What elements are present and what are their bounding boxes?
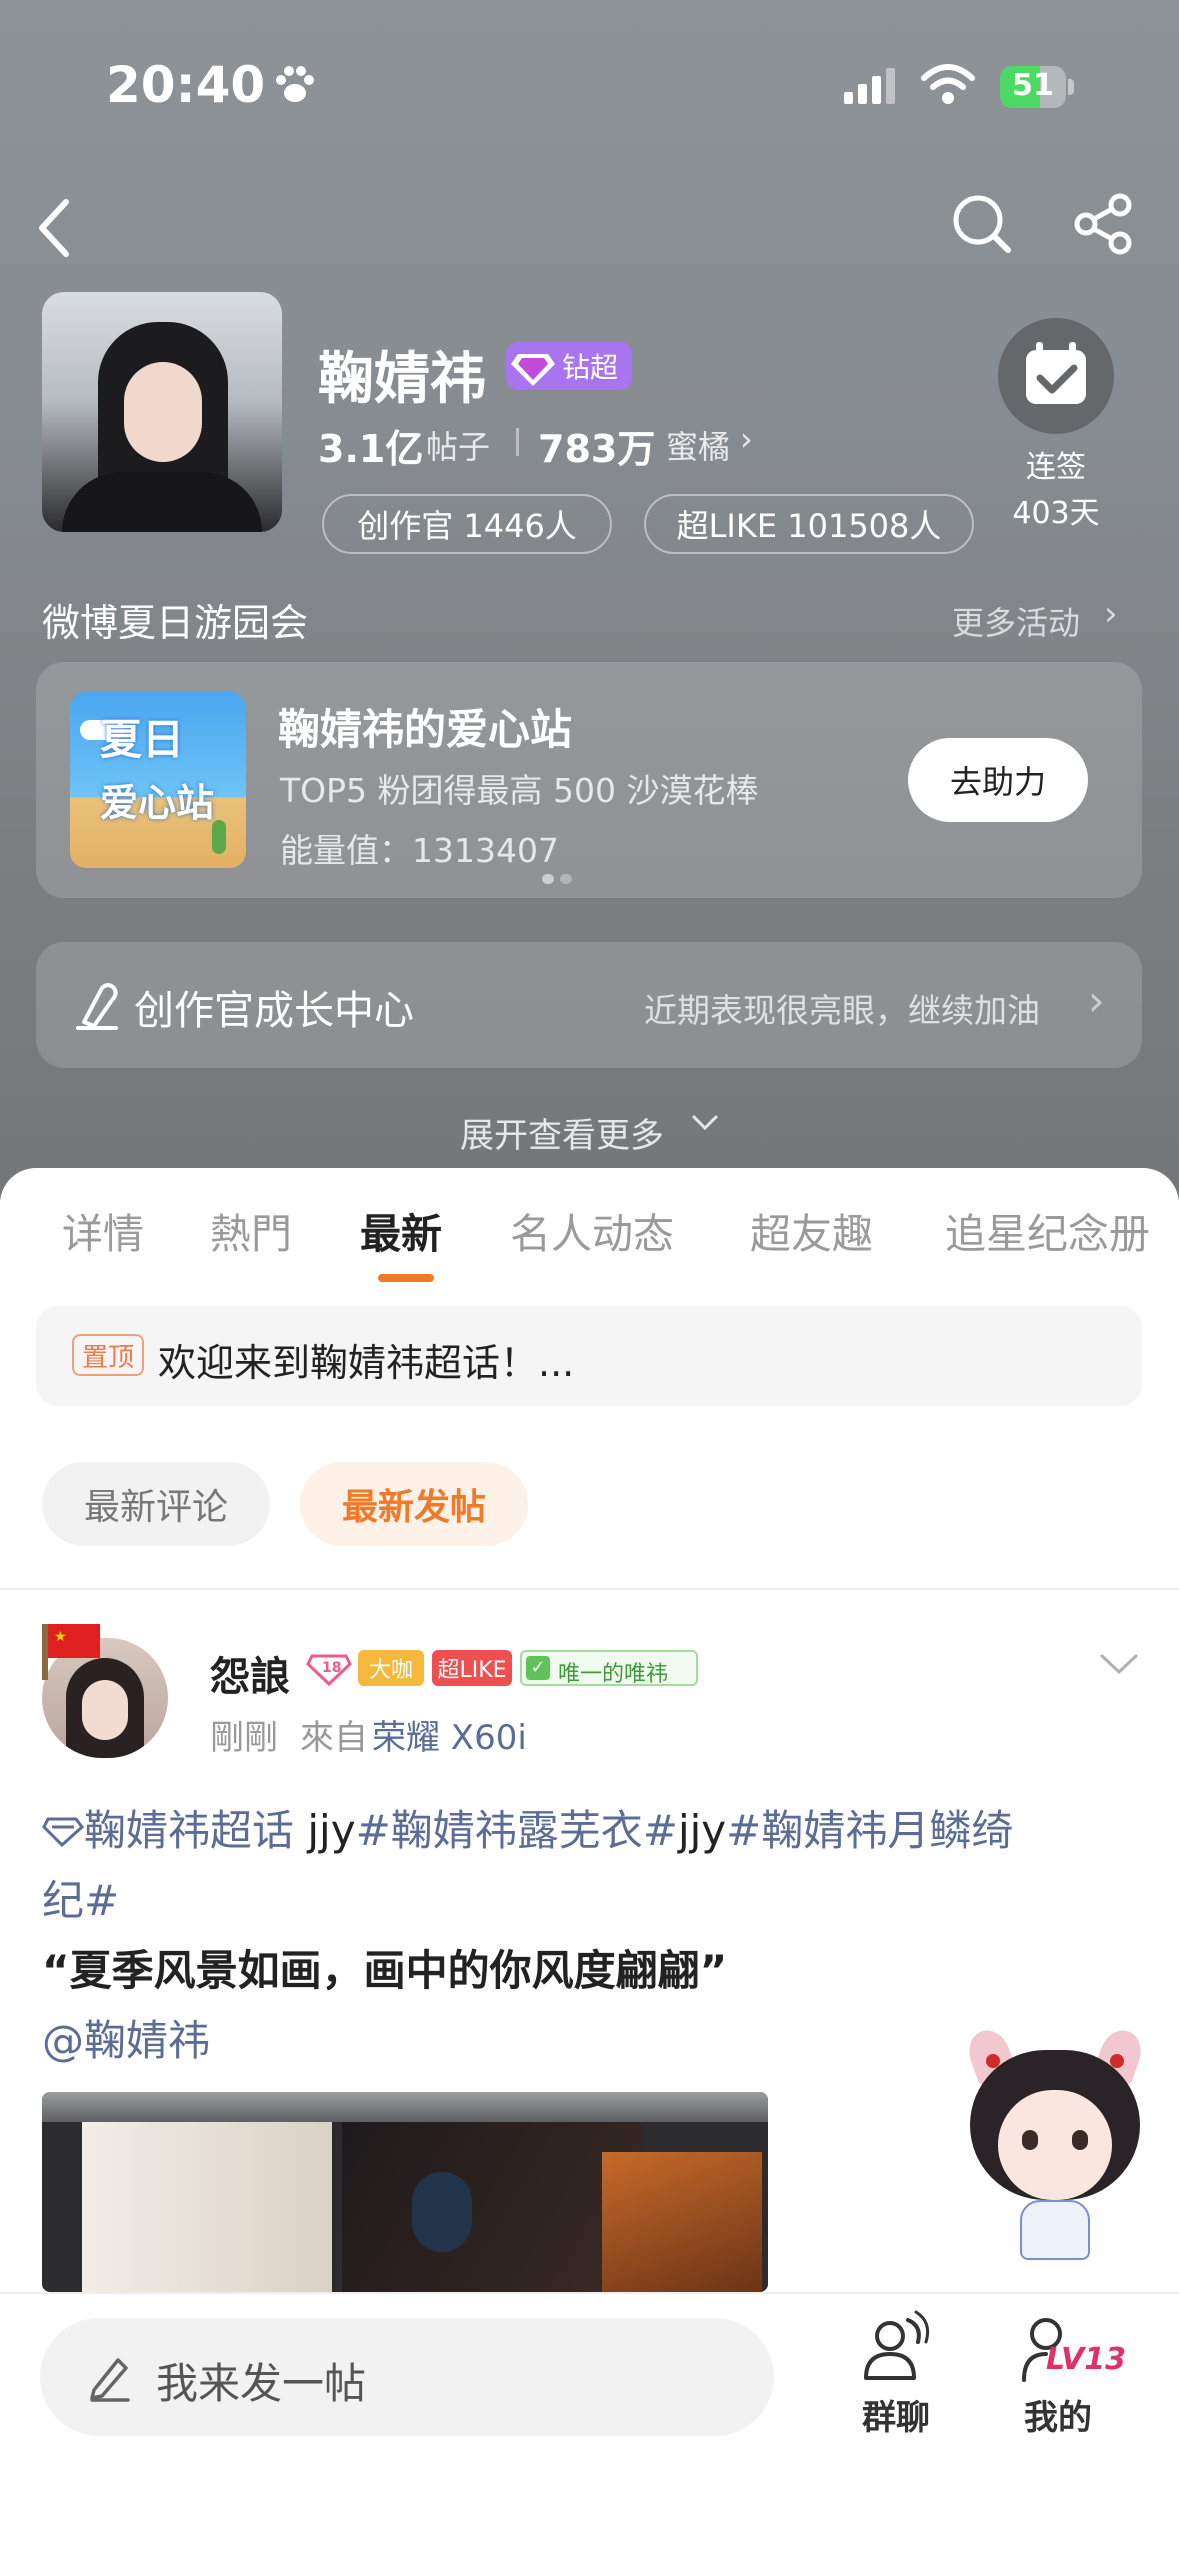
compose-placeholder: 我来发一帖 [156, 2359, 367, 2408]
level-badge: 18 [306, 1650, 352, 1687]
checkin-days: 403天 [1012, 496, 1100, 531]
supertopic-link[interactable]: 鞠婧祎超话 [84, 1806, 294, 1855]
post-source-device[interactable]: 荣耀 X60i [372, 1710, 527, 1759]
superlike-badge: 超LIKE [432, 1650, 512, 1686]
star-avatar[interactable] [42, 292, 282, 532]
posts-count: 3.1亿 [318, 427, 424, 471]
battery-level: 51 [1012, 68, 1054, 103]
chevron-right-icon: › [740, 420, 753, 458]
compose-input[interactable] [40, 2318, 774, 2436]
tab-super-friends[interactable]: 超友趣 [750, 1200, 873, 1260]
supertopic-icon [42, 1817, 85, 1848]
floating-mascot[interactable] [950, 2010, 1160, 2270]
creator-pen-icon [72, 978, 122, 1032]
boost-button[interactable]: 去助力 [908, 738, 1088, 822]
creator-center-title: 创作官成长中心 [134, 988, 414, 1034]
vip-badge[interactable]: 钻超 [506, 342, 632, 390]
thumbnail-line1: 夏日 [100, 715, 185, 764]
pinned-tag: 置顶 [72, 1334, 144, 1376]
mine-icon[interactable]: LV13 [1016, 2308, 1126, 2388]
creator-center-hint: 近期表现很亮眼，继续加油 [644, 991, 1040, 1030]
checkin-button[interactable] [998, 318, 1114, 434]
post-text-jjy-2: jjy [677, 1806, 727, 1855]
post-quote: “夏季风景如画，画中的你风度翩翩” [42, 1946, 728, 1995]
more-activities-link[interactable]: 更多活动 [952, 598, 1080, 644]
checkin-label: 连签 [1026, 450, 1086, 485]
chevron-down-icon [690, 1108, 720, 1138]
post-time: 剛剛 [210, 1718, 278, 1758]
star-name: 鞠婧祎 [318, 347, 486, 412]
thumbnail-line2: 爱心站 [100, 781, 215, 825]
post-author-name[interactable]: 怨誏 [210, 1644, 290, 1702]
post-text-jjy-1: jjy [307, 1806, 356, 1855]
post-source-prefix: 來自 [300, 1718, 368, 1758]
mine-label[interactable]: 我的 [1018, 2390, 1098, 2439]
calendar-check-icon [1026, 342, 1086, 404]
pinned-text: 欢迎来到鞠婧祎超话！... [158, 1341, 575, 1385]
pencil-icon [86, 2350, 132, 2402]
paw-icon [272, 62, 318, 108]
stats-divider [516, 428, 519, 456]
activity-thumbnail: 夏日 爱心站 [70, 692, 246, 868]
group-chat-label[interactable]: 群聊 [856, 2390, 936, 2439]
chevron-right-icon: › [1088, 976, 1105, 1025]
filter-latest-comment[interactable]: 最新评论 [42, 1462, 270, 1546]
share-icon[interactable] [1072, 192, 1136, 256]
carousel-dot [560, 874, 572, 884]
divider [0, 1588, 1179, 1590]
hashtag-lu-wu-yi[interactable]: #鞠婧祎露芜衣# [356, 1806, 678, 1855]
hashtag-yue-lin-qi-ji[interactable]: #鞠婧祎月鳞绮 [726, 1806, 1013, 1855]
battery-icon: 51 [1000, 66, 1076, 108]
check-icon: ✓ [526, 1656, 550, 1680]
chevron-down-icon[interactable] [1098, 1650, 1140, 1678]
tab-latest[interactable]: 最新 [360, 1200, 442, 1260]
tab-active-indicator [378, 1274, 434, 1282]
creator-pill[interactable]: 创作官 1446人 [322, 494, 612, 554]
carousel-dot [542, 874, 554, 884]
fan-title-text: 唯一的唯祎 [558, 1662, 669, 1687]
fan-title-badge: ✓ 唯一的唯祎 [520, 1650, 698, 1687]
group-chat-icon[interactable] [856, 2308, 936, 2388]
activity-section-title: 微博夏日游园会 [42, 601, 309, 645]
search-icon[interactable] [950, 192, 1014, 256]
post-author-avatar[interactable]: ★ [42, 1624, 168, 1758]
fans-count: 783万 [538, 427, 656, 471]
post-image[interactable] [42, 2092, 768, 2292]
activity-desc: TOP5 粉团得最高 500 沙漠花棒 [280, 771, 759, 810]
back-icon[interactable] [30, 196, 82, 260]
vip-badge-label: 钻超 [562, 351, 619, 384]
tab-celebrity-updates[interactable]: 名人动态 [510, 1200, 674, 1260]
cactus-icon [212, 820, 226, 854]
fans-label[interactable]: 蜜橘 [666, 422, 730, 468]
tab-fan-album[interactable]: 追星纪念册 [945, 1200, 1150, 1260]
diamond-icon [511, 354, 555, 386]
wifi-icon [920, 62, 976, 106]
tab-hot[interactable]: 熱門 [210, 1200, 292, 1260]
user-level-badge: LV13 [1046, 2342, 1126, 2377]
status-time: 20:40 [106, 56, 266, 114]
expand-more[interactable]: 展开查看更多 [460, 1108, 664, 1157]
bigshot-badge: 大咖 [358, 1650, 424, 1686]
chevron-right-icon: › [1104, 594, 1118, 634]
filter-latest-post[interactable]: 最新发帖 [300, 1462, 528, 1546]
tab-details[interactable]: 详情 [62, 1200, 144, 1260]
activity-energy: 能量值：1313407 [280, 831, 559, 870]
posts-label: 帖子 [426, 428, 491, 466]
hashtag-yue-lin-qi-ji-end[interactable]: 纪# [42, 1876, 119, 1925]
activity-title: 鞠婧祎的爱心站 [278, 705, 573, 754]
china-flag-icon: ★ [48, 1624, 100, 1658]
superlike-pill[interactable]: 超LIKE 101508人 [644, 494, 974, 554]
cellular-signal-icon [842, 66, 898, 106]
